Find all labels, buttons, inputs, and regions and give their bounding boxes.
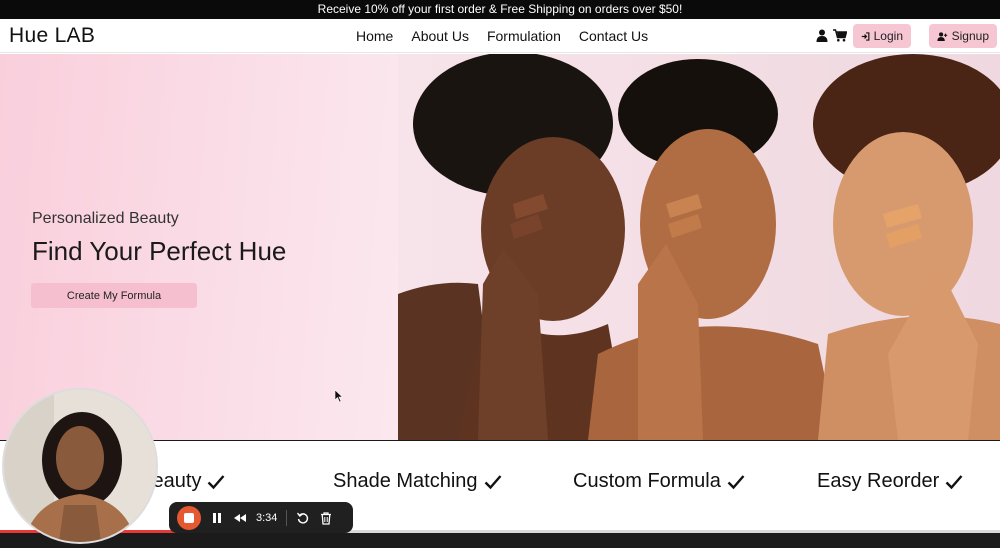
- feature-label: Shade Matching: [333, 470, 478, 492]
- feature-item: Shade Matching: [333, 470, 502, 493]
- feature-item: Custom Formula: [573, 470, 745, 493]
- logo-lab: LAB: [54, 24, 96, 47]
- bottom-strip: [0, 533, 1000, 548]
- trash-icon[interactable]: [319, 511, 333, 525]
- nav-link-formulation[interactable]: Formulation: [487, 28, 561, 44]
- logo-hue: Hue: [9, 24, 49, 47]
- presenter-video: [4, 390, 156, 542]
- hero-subtitle: Personalized Beauty: [32, 210, 179, 227]
- login-label: Login: [873, 29, 903, 43]
- cart-icon[interactable]: [833, 29, 847, 42]
- pause-icon[interactable]: [210, 511, 224, 525]
- checkmark-icon: [484, 474, 501, 489]
- login-icon: [861, 31, 870, 41]
- nav-link-about[interactable]: About Us: [411, 28, 469, 44]
- recorder-divider: [286, 509, 288, 526]
- feature-item: Easy Reorder: [817, 470, 963, 493]
- create-formula-button[interactable]: Create My Formula: [31, 283, 197, 308]
- promo-banner: Receive 10% off your first order & Free …: [0, 0, 1000, 19]
- feature-label: Custom Formula: [573, 470, 721, 492]
- login-button[interactable]: Login: [853, 24, 911, 48]
- stop-icon: [184, 512, 194, 523]
- checkmark-icon: [208, 474, 225, 489]
- create-formula-label: Create My Formula: [66, 289, 162, 302]
- rewind-icon[interactable]: [233, 511, 247, 525]
- nav-menu: Home About Us Formulation Contact Us: [356, 28, 648, 44]
- hero-title: Find Your Perfect Hue: [32, 236, 287, 266]
- recorder-controls: 3:34: [169, 502, 353, 533]
- checkmark-icon: [945, 474, 963, 489]
- feature-label: Easy Reorder: [817, 470, 940, 492]
- brand-logo[interactable]: Hue LAB: [9, 24, 95, 48]
- stop-recording-button[interactable]: [177, 505, 201, 530]
- main-nav: Hue LAB Home About Us Formulation Contac…: [0, 19, 1000, 53]
- restart-icon[interactable]: [296, 511, 310, 525]
- hero-image: [398, 54, 1000, 440]
- nav-link-contact[interactable]: Contact Us: [579, 28, 648, 44]
- recording-timer: 3:34: [256, 511, 278, 524]
- user-icon[interactable]: [816, 29, 828, 42]
- promo-text: Receive 10% off your first order & Free …: [317, 2, 683, 16]
- user-plus-icon: [937, 31, 948, 41]
- signup-label: Signup: [951, 29, 989, 43]
- signup-button[interactable]: Signup: [929, 24, 997, 48]
- checkmark-icon: [727, 474, 745, 489]
- nav-link-home[interactable]: Home: [356, 28, 393, 44]
- webcam-bubble[interactable]: [2, 388, 158, 544]
- hero-section: Personalized Beauty Find Your Perfect Hu…: [0, 54, 1000, 440]
- cursor-icon: [335, 390, 343, 402]
